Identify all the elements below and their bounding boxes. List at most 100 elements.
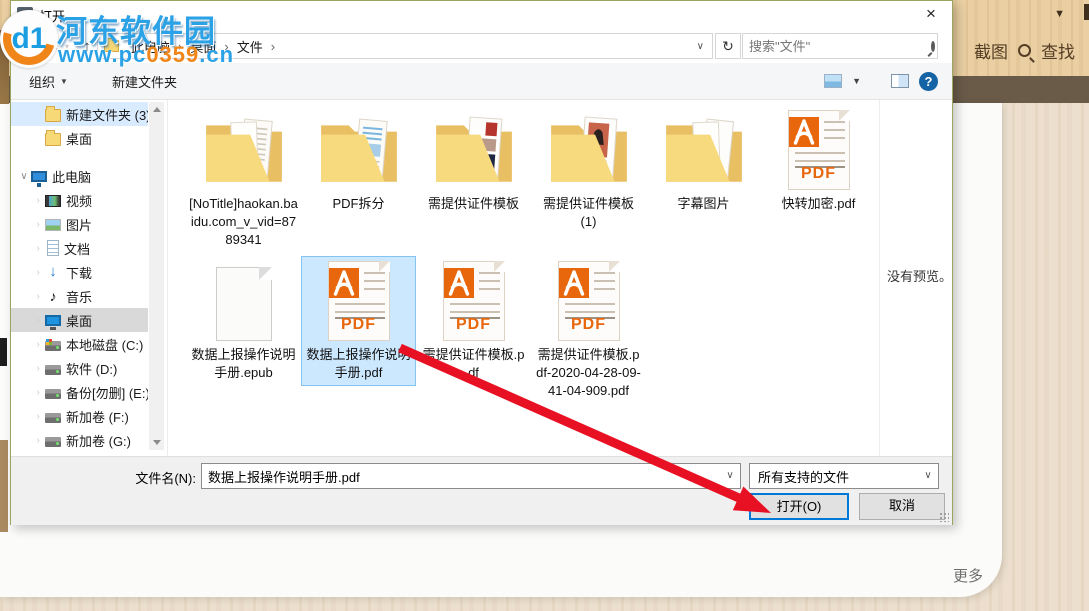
filename-label: 文件名(N): <box>11 468 196 487</box>
address-bar[interactable]: 此电脑 › 桌面 › 文件 › ∨ <box>97 33 713 59</box>
file-tile-id-template-dated-pdf[interactable]: PDF 需提供证件模板.pdf-2020-04-28-09-41-04-909.… <box>532 257 645 403</box>
desktop-icon <box>45 315 61 326</box>
pdf-file-icon: PDF <box>788 110 850 190</box>
open-button[interactable]: 打开(O) <box>749 493 849 520</box>
file-tile-subtitle-images-folder[interactable]: 字幕图片 <box>647 106 760 216</box>
dialog-icon <box>17 7 33 23</box>
file-tile-id-template-pdf[interactable]: PDF 需提供证件模板.pdf <box>417 257 530 385</box>
sidebar-item-new-folder-3[interactable]: 新建文件夹 (3) <box>11 102 148 126</box>
navigation-bar: ← → ▾ ↑ 此电脑 › 桌面 › 文件 › ∨ ↻ <box>11 29 952 63</box>
preview-empty-text: 没有预览。 <box>887 266 952 285</box>
back-button[interactable]: ← <box>17 38 41 55</box>
sidebar-item-drive-e[interactable]: › 备份[勿删] (E:) <box>11 380 148 404</box>
cancel-button[interactable]: 取消 <box>859 493 945 520</box>
dialog-content: 新建文件夹 (3) 桌面 ∨ 此电脑 › 视频 › 图片 <box>11 100 952 456</box>
sidebar-item-desktop-folder[interactable]: 桌面 <box>11 126 148 150</box>
chevron-collapsed-icon[interactable]: › <box>31 411 45 422</box>
new-folder-label: 新建文件夹 <box>112 72 177 91</box>
file-name: PDF拆分 <box>302 194 415 216</box>
sidebar-item-pictures[interactable]: › 图片 <box>11 212 148 236</box>
background-left-patch <box>0 440 8 532</box>
documents-icon <box>47 240 59 256</box>
chevron-collapsed-icon[interactable]: › <box>31 291 45 302</box>
scroll-up-icon[interactable] <box>149 102 164 117</box>
chevron-collapsed-icon[interactable]: › <box>31 243 45 254</box>
breadcrumb-files[interactable]: 文件 <box>231 37 269 56</box>
chevron-collapsed-icon[interactable]: › <box>31 363 45 374</box>
folder-icon <box>45 133 61 146</box>
view-thumbnails-icon[interactable] <box>824 74 842 88</box>
forward-button[interactable]: → <box>41 38 65 55</box>
file-list: [NoTitle]haokan.baidu.com_v_vid=8789341 … <box>173 100 889 456</box>
scroll-down-icon[interactable] <box>149 435 164 450</box>
sidebar-item-desktop[interactable]: › 桌面 <box>11 308 148 332</box>
close-icon[interactable]: × <box>918 3 944 25</box>
pdf-file-icon: PDF <box>558 261 620 341</box>
chevron-collapsed-icon[interactable]: › <box>31 267 45 278</box>
dialog-footer: 文件名(N): ∨ 所有支持的文件 ∨ 打开(O) 取消 <box>11 456 952 525</box>
sidebar-item-videos[interactable]: › 视频 <box>11 188 148 212</box>
sidebar-item-downloads[interactable]: › ↓ 下载 <box>11 260 148 284</box>
sidebar-item-documents[interactable]: › 文档 <box>11 236 148 260</box>
file-tile-pdf-split-folder[interactable]: PDF拆分 <box>302 106 415 216</box>
navigation-sidebar: 新建文件夹 (3) 桌面 ∨ 此电脑 › 视频 › 图片 <box>11 102 148 452</box>
folder-icon <box>661 110 747 190</box>
help-icon[interactable]: ? <box>919 72 938 91</box>
search-input[interactable] <box>743 39 931 54</box>
file-tile-pdf-encrypt[interactable]: PDF 快转加密.pdf <box>762 106 875 216</box>
breadcrumb-separator-icon: › <box>222 39 230 54</box>
breadcrumb-desktop[interactable]: 桌面 <box>184 37 222 56</box>
videos-icon <box>45 195 61 207</box>
more-button[interactable]: 更多 <box>953 565 983 586</box>
find-button[interactable]: 查找 <box>1041 38 1075 63</box>
chevron-collapsed-icon[interactable]: › <box>31 219 45 230</box>
background-edge-icon <box>1084 4 1089 20</box>
file-name: 需提供证件模板 <box>417 194 530 216</box>
file-name: 数据上报操作说明手册.pdf <box>302 345 415 385</box>
refresh-button[interactable]: ↻ <box>715 33 741 59</box>
sidebar-item-drive-f[interactable]: › 新加卷 (F:) <box>11 404 148 428</box>
sidebar-item-drive-d[interactable]: › 软件 (D:) <box>11 356 148 380</box>
new-folder-button[interactable]: 新建文件夹 <box>102 72 187 91</box>
chevron-collapsed-icon[interactable]: › <box>31 339 45 350</box>
command-bar: 组织 ▼ 新建文件夹 ▼ ? <box>11 63 952 100</box>
filename-input[interactable] <box>202 464 720 488</box>
sidebar-item-local-disk-c[interactable]: › 本地磁盘 (C:) <box>11 332 148 356</box>
screenshot-button[interactable]: 截图 <box>974 38 1008 63</box>
filename-dropdown-icon[interactable]: ∨ <box>720 464 740 488</box>
chevron-collapsed-icon[interactable]: › <box>31 315 45 326</box>
address-dropdown-icon[interactable]: ∨ <box>689 41 712 52</box>
breadcrumb-this-pc[interactable]: 此电脑 <box>125 37 176 56</box>
filetype-combobox[interactable]: 所有支持的文件 ∨ <box>749 463 939 489</box>
chevron-expanded-icon[interactable]: ∨ <box>17 171 31 182</box>
chevron-collapsed-icon[interactable]: › <box>31 195 45 206</box>
view-dropdown-icon[interactable]: ▼ <box>852 76 861 86</box>
chevron-collapsed-icon[interactable]: › <box>31 387 45 398</box>
preview-divider <box>879 100 880 456</box>
file-tile-id-templates-1-folder[interactable]: 需提供证件模板 (1) <box>532 106 645 234</box>
recent-locations-icon[interactable]: ▾ <box>65 42 75 51</box>
file-tile-manual-pdf-selected[interactable]: PDF 数据上报操作说明手册.pdf <box>302 257 415 385</box>
filename-combobox: ∨ <box>201 463 741 489</box>
system-drive-icon <box>45 341 61 351</box>
file-name: 字幕图片 <box>647 194 760 216</box>
downloads-icon: ↓ <box>45 264 61 280</box>
file-name: 快转加密.pdf <box>762 194 875 216</box>
chevron-collapsed-icon[interactable]: › <box>31 435 45 446</box>
file-tile-manual-epub[interactable]: 数据上报操作说明手册.epub <box>187 257 300 385</box>
up-button[interactable]: ↑ <box>75 38 99 55</box>
epub-file-icon <box>216 267 272 341</box>
background-menu-caret-icon[interactable]: ▼ <box>1054 8 1065 20</box>
folder-icon <box>316 110 402 190</box>
search-icon[interactable] <box>931 41 935 52</box>
file-tile-haokan-folder[interactable]: [NoTitle]haokan.baidu.com_v_vid=8789341 <box>187 106 300 252</box>
resize-grip[interactable] <box>939 512 949 522</box>
organize-menu-button[interactable]: 组织 ▼ <box>19 72 78 91</box>
file-tile-id-templates-folder[interactable]: 需提供证件模板 <box>417 106 530 216</box>
sidebar-scrollbar[interactable] <box>149 102 164 450</box>
sidebar-item-drive-g[interactable]: › 新加卷 (G:) <box>11 428 148 452</box>
folder-icon <box>45 109 61 122</box>
preview-pane-icon[interactable] <box>891 74 909 88</box>
sidebar-item-music[interactable]: › ♪ 音乐 <box>11 284 148 308</box>
sidebar-item-this-pc[interactable]: ∨ 此电脑 <box>11 164 148 188</box>
